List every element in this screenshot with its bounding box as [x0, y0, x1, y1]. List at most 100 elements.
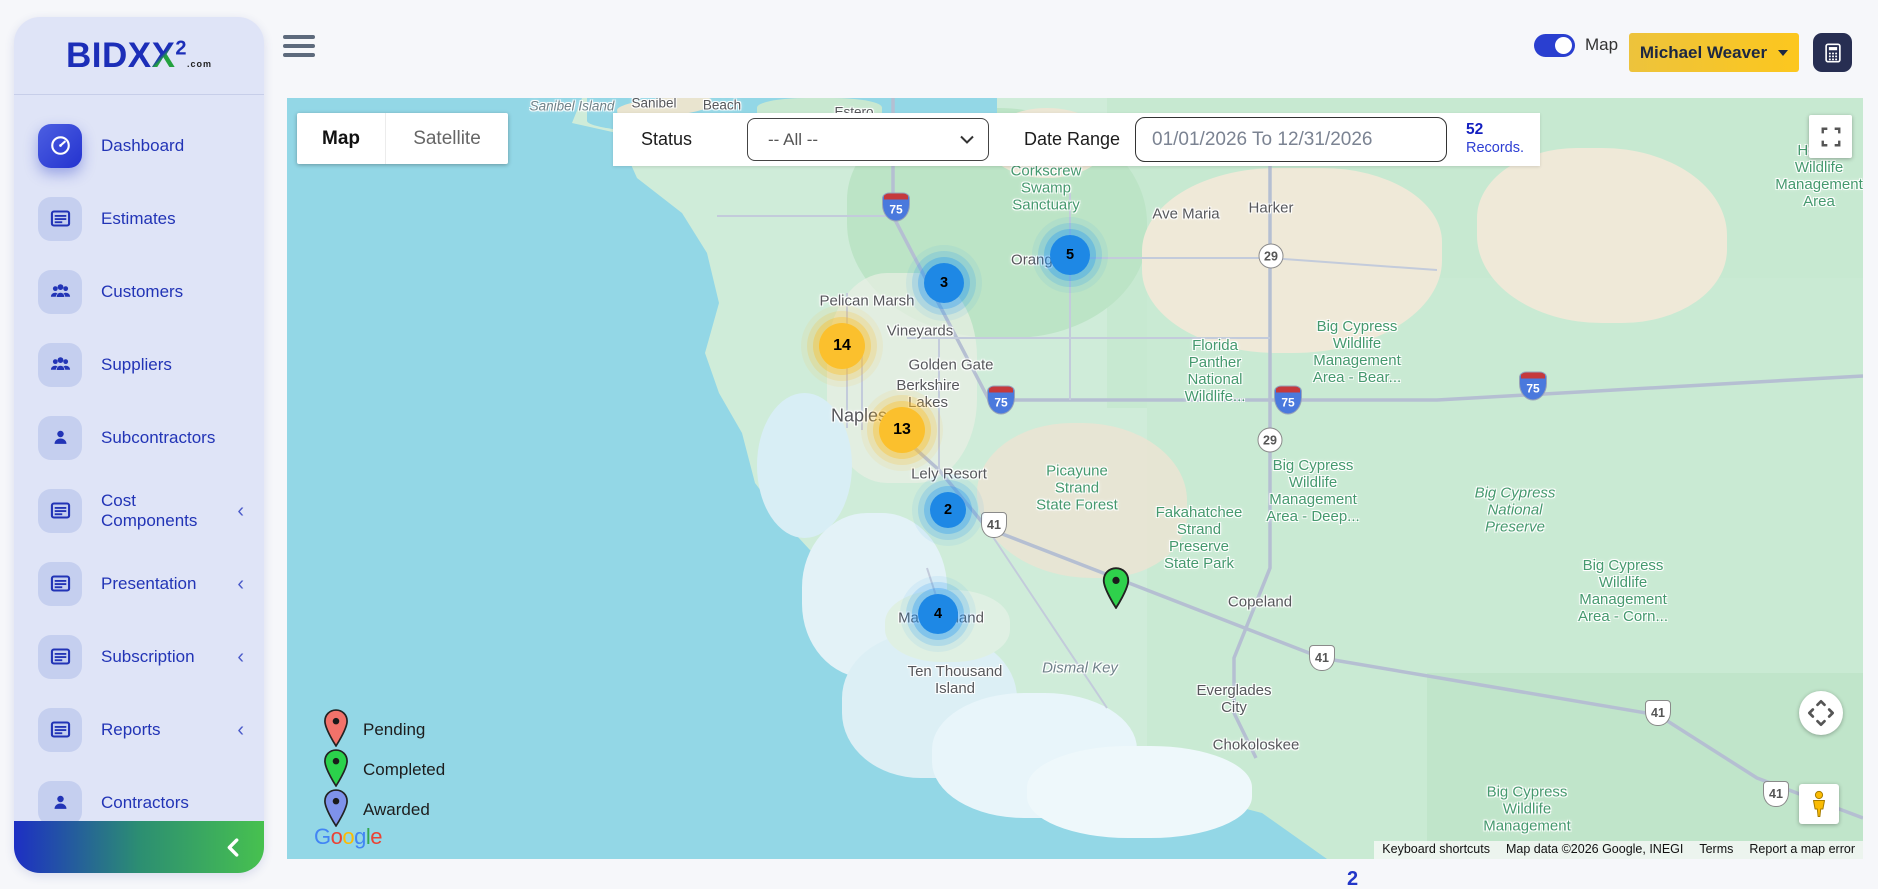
- map-label: Big Cypress National Preserve: [1474, 484, 1556, 536]
- cluster-marker-2[interactable]: 2: [930, 492, 966, 528]
- chevron-left-icon: [227, 837, 239, 857]
- legend-pin-icon: [323, 708, 349, 752]
- card-icon: [38, 561, 82, 606]
- pan-control-button[interactable]: [1799, 691, 1843, 735]
- google-logo[interactable]: Google: [314, 824, 383, 850]
- fullscreen-icon: [1821, 127, 1840, 146]
- cluster-marker-13[interactable]: 13: [879, 407, 925, 453]
- caret-down-icon: [1778, 49, 1789, 56]
- sidebar-item-dashboard[interactable]: Dashboard: [14, 109, 264, 182]
- calculator-icon: [1824, 42, 1841, 63]
- records-word: Records.: [1466, 140, 1525, 157]
- status-select[interactable]: -- All --: [747, 118, 989, 161]
- card-icon: [38, 488, 82, 533]
- attribution-link[interactable]: Terms: [1691, 841, 1742, 859]
- sidebar-item-customers[interactable]: Customers: [14, 255, 264, 328]
- sidebar-item-label: Dashboard: [101, 135, 185, 155]
- map-filter-bar: Status -- All -- Date Range 52 Records.: [613, 113, 1540, 166]
- users-icon: [38, 269, 82, 314]
- card-icon: [38, 634, 82, 679]
- card-icon: [38, 196, 82, 241]
- sidebar-item-subscription[interactable]: Subscription ‹: [14, 620, 264, 693]
- sidebar: BIDXX2.com Dashboard Estimates Customers Su…: [14, 17, 264, 873]
- chevron-left-icon: ‹: [237, 645, 244, 668]
- map-label: Beach: [702, 98, 742, 113]
- legend-pin-icon: [323, 748, 349, 792]
- map-label: Big Cypress Wildlife Management: [1483, 783, 1571, 835]
- sidebar-item-suppliers[interactable]: Suppliers: [14, 328, 264, 401]
- calculator-button[interactable]: [1813, 33, 1852, 72]
- route-shield-29: 29: [1257, 427, 1283, 453]
- app-window: Map Michael Weaver BIDXX2.com Dashboard E…: [0, 0, 1878, 889]
- sidebar-item-label: Cost Components: [101, 490, 198, 530]
- sidebar-item-reports[interactable]: Reports ‹: [14, 693, 264, 766]
- map-label: Naples: [830, 405, 888, 426]
- map-canvas[interactable]: Sanibel Island Sanibel Beach Estero Corkscre…: [287, 98, 1863, 859]
- route-shield-29: 29: [1258, 243, 1284, 269]
- pegman-icon: [1813, 790, 1825, 817]
- menu-icon[interactable]: [283, 33, 315, 59]
- users-icon: [38, 342, 82, 387]
- records-count: 52: [1466, 121, 1484, 138]
- sidebar-item-estimates[interactable]: Estimates: [14, 182, 264, 255]
- chevron-down-icon: [960, 135, 974, 144]
- date-range-input[interactable]: [1135, 117, 1447, 162]
- sidebar-item-label: Subcontractors: [101, 427, 216, 447]
- map-label: Dismal Key: [1042, 659, 1118, 677]
- user-menu-button[interactable]: Michael Weaver: [1629, 33, 1799, 72]
- pegman-button[interactable]: [1799, 784, 1839, 824]
- map-wetland: [1027, 746, 1252, 838]
- pagination-page-number[interactable]: 2: [1347, 868, 1358, 889]
- google-logo-letter: g: [354, 824, 366, 849]
- map-label: Berkshire Lakes: [896, 376, 960, 411]
- cluster-marker-3[interactable]: 3: [924, 263, 964, 303]
- card-icon: [38, 707, 82, 752]
- user-icon: [38, 415, 82, 460]
- map-label: Sanibel Island: [529, 98, 615, 114]
- sidebar-item-label: Reports: [101, 719, 161, 739]
- brand-logo-text: BIDXX2.com: [65, 35, 213, 75]
- user-name: Michael Weaver: [1639, 42, 1768, 62]
- status-label: Status: [641, 129, 693, 149]
- legend-label: Awarded: [363, 800, 430, 819]
- chevron-left-icon: ‹: [237, 572, 244, 595]
- map-label: Fakahatchee Strand Preserve State Park: [1155, 503, 1243, 573]
- map-type-satellite-button[interactable]: Satellite: [385, 113, 508, 164]
- sidebar-item-label: Contractors: [101, 792, 189, 812]
- sidebar-item-presentation[interactable]: Presentation ‹: [14, 547, 264, 620]
- sidebar-collapse-button[interactable]: [14, 821, 264, 873]
- map-toggle-label: Map: [1585, 35, 1619, 54]
- map-terrain: [1477, 148, 1727, 323]
- map-label: Sanibel: [631, 98, 677, 111]
- sidebar-item-label: Subscription: [101, 646, 195, 666]
- route-shield-41: 41: [1309, 645, 1335, 671]
- map-label: Ave Maria: [1152, 205, 1220, 223]
- user-icon: [38, 780, 82, 825]
- google-logo-letter: e: [370, 824, 383, 849]
- legend-item-completed: Completed: [323, 748, 445, 792]
- cluster-marker-14[interactable]: 14: [819, 323, 865, 369]
- sidebar-item-cost-components[interactable]: Cost Components ‹: [14, 474, 264, 547]
- fullscreen-button[interactable]: [1809, 115, 1852, 158]
- map-label: Big Cypress Wildlife Management Area - Deep…: [1266, 456, 1360, 526]
- attribution-link[interactable]: Report a map error: [1741, 841, 1863, 859]
- cluster-marker-4[interactable]: 4: [918, 594, 958, 634]
- map-attribution: Keyboard shortcuts Map data ©2026 Google,…: [1374, 841, 1863, 859]
- route-shield-75: 75: [988, 386, 1014, 414]
- toggle-knob: [1555, 37, 1572, 54]
- sidebar-item-label: Estimates: [101, 208, 176, 228]
- map-view-toggle[interactable]: [1534, 34, 1575, 57]
- map-label: Big Cypress Wildlife Management Area - Bear…: [1312, 317, 1402, 387]
- cluster-marker-5[interactable]: 5: [1050, 235, 1090, 275]
- map-legend: Pending Completed Awarded: [323, 708, 445, 830]
- job-pin-completed[interactable]: [1102, 567, 1130, 614]
- sidebar-item-label: Customers: [101, 281, 184, 301]
- map-label: Picayune Strand State Forest: [1036, 462, 1118, 514]
- route-shield-41: 41: [1763, 781, 1789, 807]
- attribution-link[interactable]: Keyboard shortcuts: [1374, 841, 1498, 859]
- legend-item-pending: Pending: [323, 708, 445, 752]
- map-type-map-button[interactable]: Map: [297, 113, 385, 164]
- chevron-left-icon: ‹: [237, 499, 244, 522]
- sidebar-item-subcontractors[interactable]: Subcontractors: [14, 401, 264, 474]
- brand-logo[interactable]: BIDXX2.com: [14, 17, 264, 95]
